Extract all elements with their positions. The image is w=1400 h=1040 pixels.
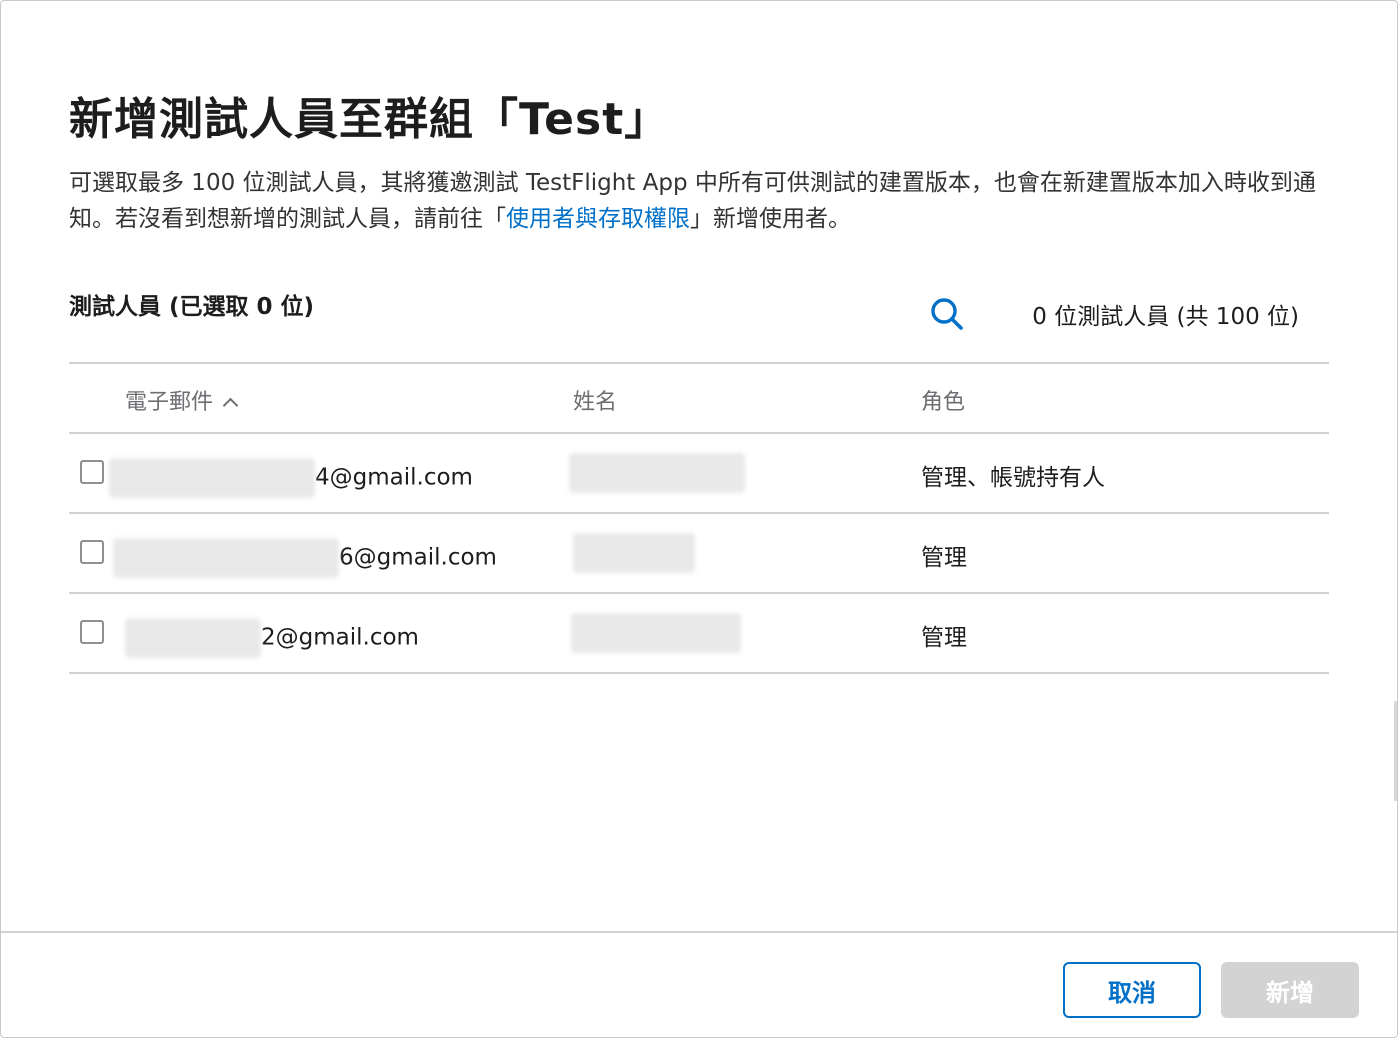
search-icon [931, 298, 963, 330]
email-text: 4@gmail.com [315, 464, 473, 491]
redacted-email [125, 618, 261, 658]
chevron-up-icon [222, 397, 239, 414]
redacted-name [573, 533, 695, 573]
row-checkbox[interactable] [80, 540, 104, 564]
testers-table: 電子郵件 姓名 角色 4@gmail.com 管理、帳號持有人 6@gmail.… [69, 362, 1329, 674]
redacted-email [109, 458, 315, 498]
dialog-description: 可選取最多 100 位測試人員，其將獲邀測試 TestFlight App 中所… [69, 165, 1339, 237]
redacted-name [571, 613, 741, 653]
email-text: 2@gmail.com [261, 624, 419, 651]
table-row: 6@gmail.com 管理 [69, 514, 1329, 594]
email-cell: 6@gmail.com [113, 538, 497, 578]
dialog-title: 新增測試人員至群組「Test」 [69, 94, 670, 145]
redacted-email [113, 538, 339, 578]
footer-divider [1, 931, 1397, 933]
email-text: 6@gmail.com [339, 544, 497, 571]
role-cell: 管理 [921, 625, 967, 651]
column-header-role: 角色 [921, 390, 966, 415]
column-header-email-label: 電子郵件 [125, 390, 214, 415]
scrollbar[interactable] [1394, 701, 1397, 801]
role-cell: 管理、帳號持有人 [921, 465, 1105, 491]
table-header: 電子郵件 姓名 角色 [69, 364, 1329, 434]
dialog: 新增測試人員至群組「Test」 可選取最多 100 位測試人員，其將獲邀測試 T… [0, 0, 1398, 1038]
description-text-end: 」新增使用者。 [690, 206, 851, 232]
cancel-button[interactable]: 取消 [1063, 962, 1201, 1018]
row-checkbox[interactable] [80, 620, 104, 644]
column-header-name: 姓名 [573, 390, 618, 415]
name-cell [569, 453, 745, 493]
email-cell: 4@gmail.com [109, 458, 473, 498]
row-checkbox[interactable] [80, 460, 104, 484]
redacted-name [569, 453, 745, 493]
name-cell [571, 613, 741, 653]
column-header-email[interactable]: 電子郵件 [125, 384, 239, 416]
add-button[interactable]: 新增 [1221, 962, 1359, 1018]
users-and-access-link[interactable]: 使用者與存取權限 [506, 206, 690, 232]
name-cell [573, 533, 695, 573]
email-cell: 2@gmail.com [125, 618, 419, 658]
testers-section-label: 測試人員 (已選取 0 位) [69, 294, 315, 320]
search-button[interactable] [927, 294, 967, 334]
tester-count: 0 位測試人員 (共 100 位) [1032, 304, 1299, 330]
role-cell: 管理 [921, 545, 967, 571]
table-row: 4@gmail.com 管理、帳號持有人 [69, 434, 1329, 514]
table-row: 2@gmail.com 管理 [69, 594, 1329, 674]
